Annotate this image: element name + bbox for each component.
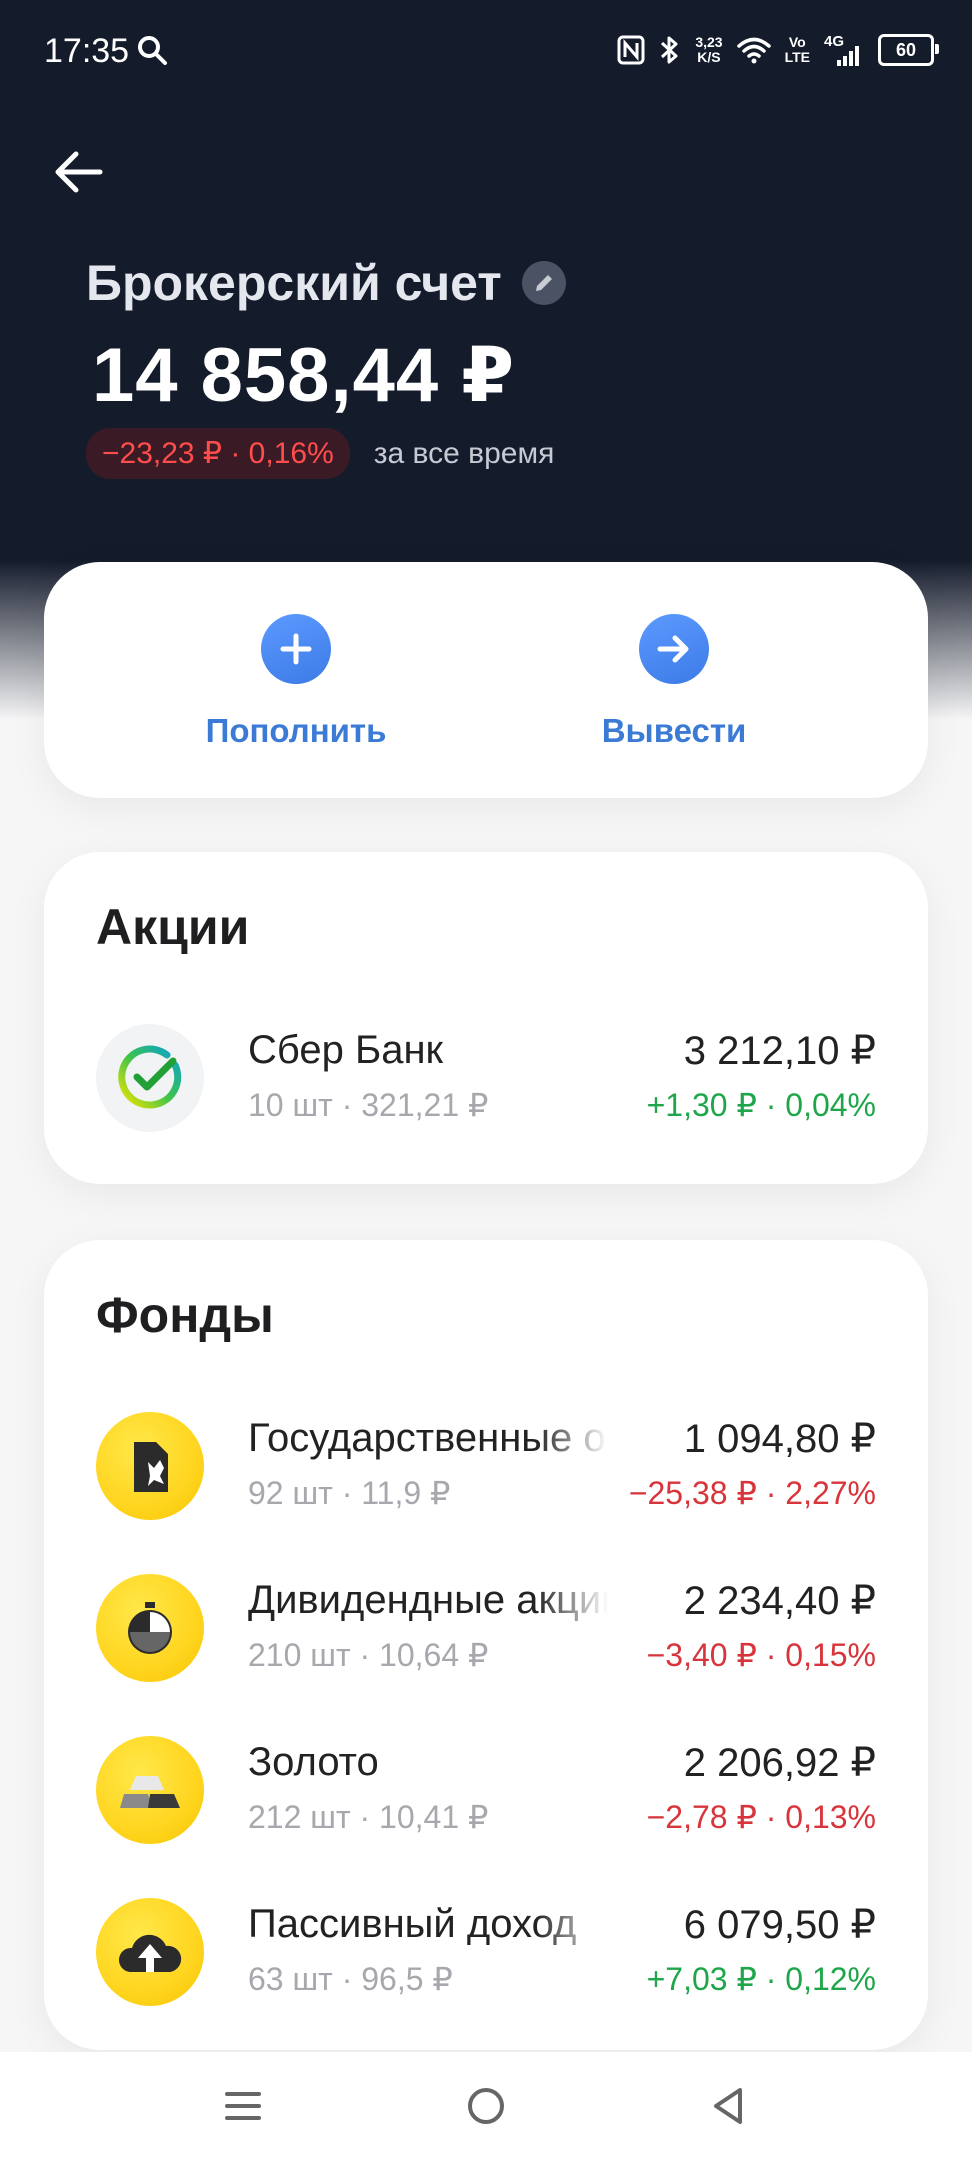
- plus-icon: [280, 633, 312, 665]
- funds-card: Фонды Государственные облигации 92 шт · …: [44, 1240, 928, 2050]
- fund-name: Золото: [248, 1740, 379, 1784]
- volte-indicator: Vo LTE: [785, 35, 810, 65]
- fund-delta: −3,40 ₽ · 0,15%: [646, 1637, 876, 1673]
- signal-icon: [837, 46, 859, 66]
- gold-fund-icon: [96, 1736, 204, 1844]
- fund-row-bonds[interactable]: Государственные облигации 92 шт · 11,9 ₽…: [96, 1406, 876, 1526]
- fund-quantity: 212 шт · 10,41 ₽: [248, 1799, 489, 1835]
- edit-account-button[interactable]: [521, 261, 566, 305]
- nav-back-button[interactable]: [696, 2074, 760, 2138]
- search-icon: [138, 36, 167, 65]
- withdraw-button[interactable]: Вывести: [524, 614, 824, 750]
- back-triangle-icon: [714, 2088, 742, 2124]
- stocks-title: Акции: [96, 899, 250, 955]
- stock-name: Сбер Банк: [248, 1028, 444, 1072]
- speed-value: 3,23: [695, 34, 723, 50]
- dividend-fund-icon: [96, 1574, 204, 1682]
- fund-name: Пассивный доход: [248, 1902, 577, 1946]
- account-title-row: Брокерский счет: [86, 254, 566, 312]
- system-nav-bar: [0, 2052, 972, 2160]
- funds-title: Фонды: [96, 1287, 274, 1343]
- stock-quantity: 10 шт · 321,21 ₽: [248, 1087, 489, 1123]
- withdraw-label: Вывести: [601, 712, 747, 749]
- battery-level: 60: [895, 39, 917, 60]
- lte-label: LTE: [784, 49, 810, 65]
- arrow-left-icon[interactable]: [50, 148, 106, 196]
- fund-delta: −2,78 ₽ · 0,13%: [646, 1799, 876, 1835]
- deposit-circle: [261, 614, 331, 684]
- nfc-icon: [617, 35, 645, 65]
- status-time: 17:35: [44, 32, 130, 70]
- fund-value: 2 234,40 ₽: [683, 1579, 876, 1623]
- passive-fund-icon: [96, 1898, 204, 2006]
- stock-value: 3 212,10 ₽: [683, 1029, 876, 1073]
- home-circle-icon: [468, 2088, 504, 2124]
- battery-icon: 60: [878, 34, 939, 66]
- sber-check-icon: [118, 1045, 182, 1109]
- account-balance: 14 858,44 ₽: [92, 333, 516, 418]
- withdraw-circle: [639, 614, 709, 684]
- status-bar: 17:35 3,23 K/S Vo LTE 4G 60: [0, 0, 972, 104]
- vo-label: Vo: [788, 34, 806, 50]
- network-speed: 3,23 K/S: [695, 35, 722, 65]
- fund-value: 6 079,50 ₽: [683, 1903, 876, 1947]
- stock-row-sber[interactable]: Сбер Банк 10 шт · 321,21 ₽ 3 212,10 ₽ +1…: [96, 1018, 876, 1138]
- fund-row-dividend[interactable]: Дивидендные акции 210 шт · 10,64 ₽ 2 234…: [96, 1568, 876, 1688]
- gold-bars-icon: [120, 1776, 180, 1808]
- document-eagle-icon: [134, 1442, 168, 1492]
- stock-delta: +1,30 ₽ · 0,04%: [646, 1087, 876, 1123]
- fund-value: 2 206,92 ₽: [683, 1741, 876, 1785]
- cloud-upload-icon: [118, 1934, 182, 1972]
- menu-icon: [225, 2092, 261, 2120]
- speed-unit: K/S: [697, 49, 721, 65]
- arrow-right-icon: [657, 635, 689, 663]
- fund-row-gold[interactable]: Золото 212 шт · 10,41 ₽ 2 206,92 ₽ −2,78…: [96, 1730, 876, 1850]
- account-title: Брокерский счет: [86, 255, 502, 311]
- account-change-period: за все время: [373, 436, 555, 470]
- pencil-icon: [535, 275, 552, 291]
- nav-menu-button[interactable]: [211, 2074, 275, 2138]
- bluetooth-icon: [661, 36, 678, 64]
- sber-logo-icon: [96, 1024, 204, 1132]
- wifi-icon: [736, 37, 771, 64]
- account-change-row: −23,23 ₽ · 0,16% за все время: [86, 428, 554, 479]
- stocks-card: Акции Сбер Банк 10 шт · 321,21 ₽ 3 212,1…: [44, 852, 928, 1184]
- cell-signal: 4G: [824, 33, 864, 67]
- bonds-fund-icon: [96, 1412, 204, 1520]
- fund-quantity: 63 шт · 96,5 ₽: [248, 1961, 453, 1997]
- status-indicators: 3,23 K/S Vo LTE 4G 60: [617, 30, 939, 70]
- actions-card: Пополнить Вывести: [44, 562, 928, 798]
- account-change-badge: −23,23 ₽ · 0,16%: [86, 428, 350, 479]
- fund-name: Государственные облигации: [248, 1416, 608, 1460]
- fund-delta: +7,03 ₽ · 0,12%: [646, 1961, 876, 1997]
- nav-home-button[interactable]: [454, 2074, 518, 2138]
- fund-value: 1 094,80 ₽: [683, 1417, 876, 1461]
- fund-quantity: 210 шт · 10,64 ₽: [248, 1637, 489, 1673]
- deposit-label: Пополнить: [205, 712, 387, 749]
- deposit-button[interactable]: Пополнить: [146, 614, 446, 750]
- fund-delta: −25,38 ₽ · 2,27%: [628, 1475, 876, 1511]
- pie-stopwatch-icon: [128, 1602, 172, 1654]
- fund-quantity: 92 шт · 11,9 ₽: [248, 1475, 451, 1511]
- fund-row-passive[interactable]: Пассивный доход 63 шт · 96,5 ₽ 6 079,50 …: [96, 1892, 876, 2012]
- fund-name: Дивидендные акции: [248, 1578, 608, 1622]
